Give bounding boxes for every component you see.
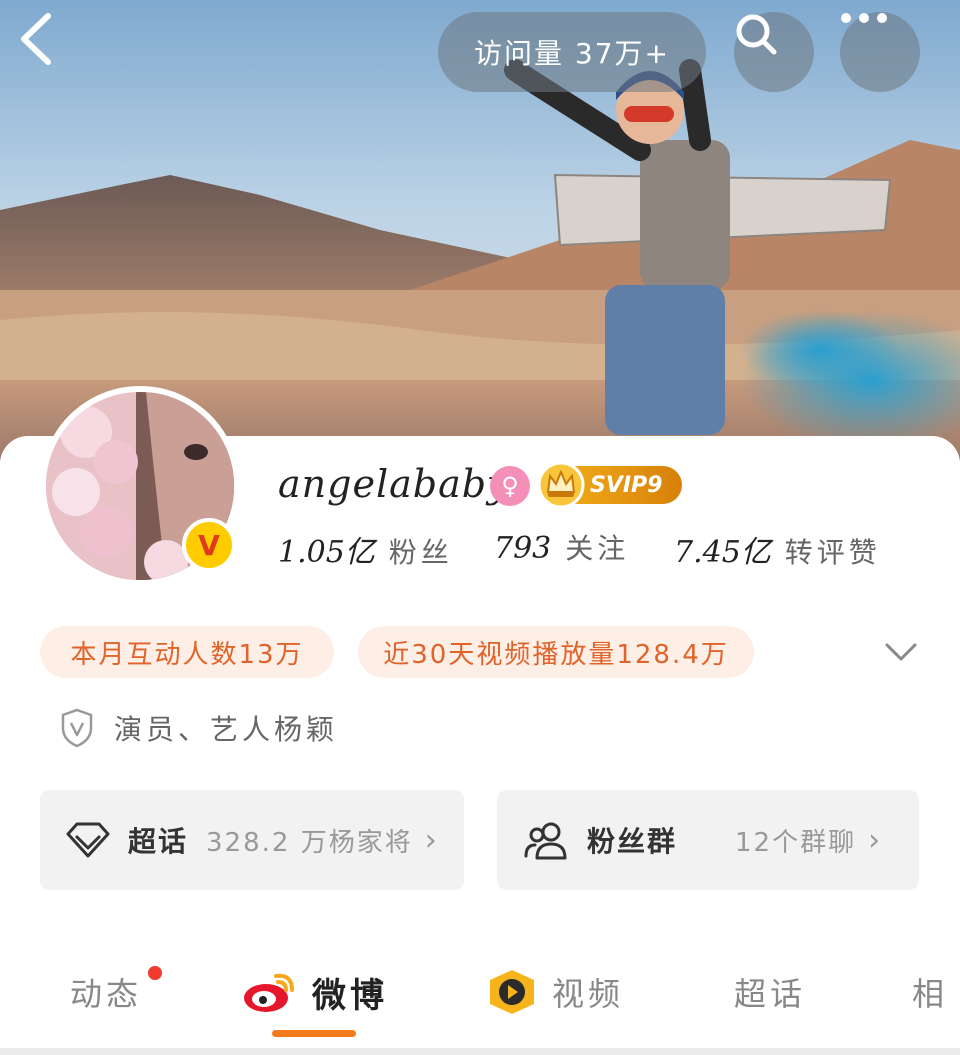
stat-reposts-comments-likes[interactable]: 7.45亿 转评赞 [674, 527, 881, 571]
video-plays-text: 近30天视频播放量128.4万 [383, 639, 729, 670]
tab-photos[interactable]: 相 [912, 962, 948, 1022]
chevron-right-icon: › [868, 822, 881, 858]
visit-count-pill: 访问量 37万+ [438, 12, 706, 92]
tab-supertopic[interactable]: 超话 [734, 962, 806, 1022]
stat-following-value: 793 [494, 531, 552, 566]
tab-dynamic-label: 动态 [70, 975, 143, 1013]
chevron-right-icon: › [424, 822, 437, 858]
supertopic-title: 超话 [128, 825, 189, 858]
users-icon [524, 822, 567, 860]
tab-video[interactable]: 视频 [486, 962, 624, 1022]
stat-fans-value: 1.05亿 [278, 535, 375, 570]
verification-row: 演员、艺人杨颖 [60, 706, 338, 750]
stat-fans[interactable]: 1.05亿 粉丝 [278, 527, 453, 571]
stat-likes-label: 转评赞 [784, 536, 881, 569]
tab-supertopic-label: 超话 [734, 975, 807, 1013]
stat-fans-label: 粉丝 [388, 536, 453, 569]
shield-v-icon [61, 708, 93, 748]
fan-group-title: 粉丝群 [587, 825, 678, 858]
diamond-icon [66, 822, 110, 858]
fan-group-entry[interactable]: 粉丝群 12个群聊 › [497, 790, 919, 890]
stat-following-label: 关注 [565, 532, 630, 565]
verified-badge-letter: V [198, 528, 220, 562]
stat-likes-value: 7.45亿 [674, 535, 771, 570]
divider [0, 1048, 960, 1055]
more-options-button[interactable] [840, 12, 920, 92]
monthly-interaction-text: 本月互动人数13万 [70, 639, 304, 670]
tab-weibo-label: 微博 [312, 975, 388, 1016]
weibo-logo-icon [244, 973, 294, 1012]
visit-count-text: 访问量 37万+ [474, 37, 670, 70]
supertopic-entry[interactable]: 超话 328.2 万杨家将 › [40, 790, 464, 890]
svip-label: SVIP9 [590, 472, 663, 498]
more-dots-icon [841, 13, 887, 23]
active-tab-indicator [272, 1030, 356, 1037]
tab-dynamic[interactable]: 动态 [70, 962, 142, 1022]
fan-group-subtitle: 12个群聊 [735, 827, 857, 858]
tab-weibo[interactable]: 微博 [242, 962, 388, 1022]
stat-following[interactable]: 793 关注 [494, 527, 629, 567]
username: angelababy [278, 462, 510, 506]
tab-photos-label: 相 [912, 975, 949, 1013]
unread-dot [148, 966, 162, 980]
tab-video-label: 视频 [552, 975, 625, 1013]
monthly-interaction-pill[interactable]: 本月互动人数13万 [40, 626, 334, 678]
verified-badge-icon[interactable]: V [182, 518, 236, 572]
crown-icon [537, 461, 585, 509]
search-icon [736, 14, 777, 55]
supertopic-subtitle: 328.2 万杨家将 [206, 827, 413, 858]
female-gender-icon: ♀ [490, 466, 530, 506]
verification-text: 演员、艺人杨颖 [114, 713, 339, 746]
back-button[interactable] [18, 12, 88, 92]
back-arrow-icon [21, 13, 51, 65]
svip-badge[interactable]: SVIP9 [537, 461, 682, 509]
video-plays-pill[interactable]: 近30天视频播放量128.4万 [358, 626, 754, 678]
video-play-icon [490, 970, 534, 1014]
chevron-down-icon[interactable] [884, 636, 918, 666]
search-button[interactable] [734, 12, 814, 92]
